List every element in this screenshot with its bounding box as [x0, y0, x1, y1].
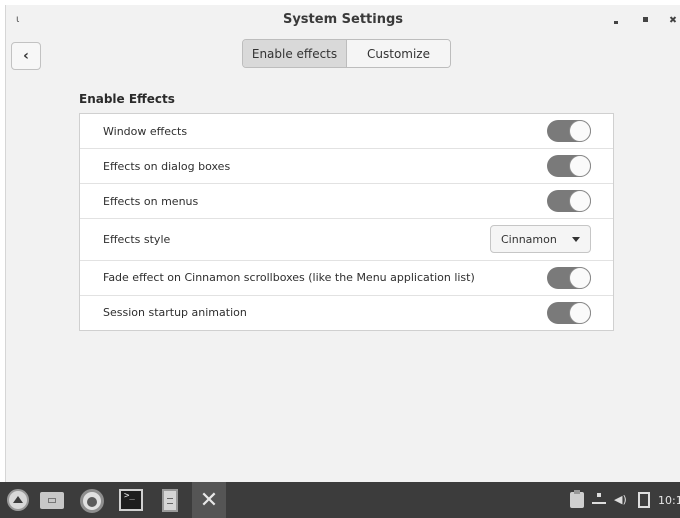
close-button[interactable] [670, 17, 675, 22]
title-bar[interactable]: ɩ System Settings [6, 5, 680, 35]
effects-style-dropdown[interactable]: Cinnamon [490, 225, 591, 253]
window-title: System Settings [282, 12, 404, 27]
setting-row-effects-style: Effects style Cinnamon [80, 219, 613, 261]
dropdown-value: Cinnamon [501, 232, 557, 246]
system-settings-icon[interactable]: ✕ [192, 482, 226, 518]
switch-knob [569, 302, 591, 324]
terminal-icon[interactable]: >_ [119, 489, 143, 511]
setting-label: Window effects [103, 125, 188, 138]
taskbar: >_ ✕ ◀) 10:10 [0, 482, 680, 518]
maximize-button[interactable] [643, 17, 648, 22]
minimize-button[interactable] [614, 21, 618, 24]
window-effects-switch[interactable] [547, 120, 591, 142]
switch-knob [569, 155, 591, 177]
setting-row-menu-effects: Effects on menus [80, 184, 613, 219]
tab-customize[interactable]: Customize [347, 40, 450, 67]
fade-effect-switch[interactable] [547, 267, 591, 289]
setting-label: Effects style [103, 233, 171, 246]
setting-row-dialog-effects: Effects on dialog boxes [80, 149, 613, 184]
clock[interactable]: 10:10 [658, 494, 680, 507]
setting-row-window-effects: Window effects [80, 114, 613, 149]
network-icon[interactable] [592, 493, 606, 507]
setting-label: Effects on dialog boxes [103, 160, 231, 173]
text-editor-icon[interactable] [162, 489, 178, 512]
tab-enable-effects[interactable]: Enable effects [243, 40, 347, 67]
setting-label: Session startup animation [103, 306, 247, 319]
switch-knob [569, 267, 591, 289]
chevron-down-icon [572, 237, 580, 242]
battery-icon[interactable] [638, 492, 650, 508]
dialog-effects-switch[interactable] [547, 155, 591, 177]
section-title: Enable Effects [79, 92, 175, 106]
setting-row-startup-animation: Session startup animation [80, 296, 613, 330]
chevron-left-icon: ‹ [23, 48, 29, 64]
firefox-icon[interactable] [80, 489, 104, 513]
clipboard-icon[interactable] [570, 490, 584, 508]
menu-icon[interactable] [7, 489, 29, 511]
volume-icon[interactable]: ◀) [614, 492, 630, 508]
switch-knob [569, 120, 591, 142]
back-button[interactable]: ‹ [11, 42, 41, 70]
setting-row-fade-effect: Fade effect on Cinnamon scrollboxes (lik… [80, 261, 613, 296]
switch-knob [569, 190, 591, 212]
menu-effects-switch[interactable] [547, 190, 591, 212]
system-tray: ◀) 10:10 [570, 482, 680, 518]
startup-animation-switch[interactable] [547, 302, 591, 324]
setting-label: Effects on menus [103, 195, 199, 208]
settings-window: ɩ System Settings ‹ Enable effects Custo… [5, 5, 680, 482]
file-manager-icon[interactable] [40, 492, 64, 509]
setting-label: Fade effect on Cinnamon scrollboxes (lik… [103, 271, 475, 284]
stack-switcher: Enable effects Customize [242, 39, 451, 68]
settings-list: Window effects Effects on dialog boxes E… [79, 113, 614, 331]
